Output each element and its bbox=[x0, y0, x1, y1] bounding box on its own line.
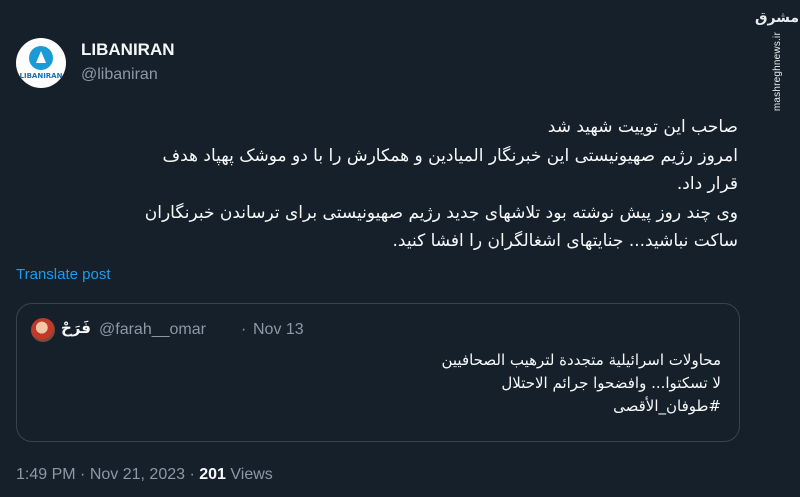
meta-separator: · bbox=[80, 466, 86, 483]
quote-author-name[interactable]: فَرَحْ bbox=[61, 319, 91, 337]
quoted-post-card[interactable]: فَرَحْ @farah__omar · Nov 13 محاولات اسر… bbox=[16, 303, 740, 442]
views-label: Views bbox=[230, 466, 273, 483]
quote-author-avatar[interactable] bbox=[31, 318, 55, 342]
post-time[interactable]: 1:49 PM bbox=[16, 466, 76, 483]
quote-line: لا تسكتوا... وافضحوا جرائم الاحتلال bbox=[501, 374, 721, 392]
tweet-line: امروز رژیم صهیونیستی این خبرنگار المیادی… bbox=[162, 145, 738, 166]
views-count: 201 bbox=[199, 466, 226, 483]
author-display-name[interactable]: LIBANIRAN bbox=[81, 40, 175, 60]
watermark-url: mashreghnews.ir bbox=[771, 32, 783, 112]
quote-line: محاولات اسرائيلية متجددة لترهيب الصحافيي… bbox=[441, 351, 721, 369]
cedar-logo-icon bbox=[29, 46, 53, 70]
tweet-line: وی چند روز پیش نوشته بود تلاشهای جدید رژ… bbox=[144, 202, 738, 223]
quote-separator: · bbox=[241, 321, 247, 338]
translate-post-link[interactable]: Translate post bbox=[16, 266, 111, 283]
meta-separator: · bbox=[189, 466, 195, 483]
avatar-logo-text: LIBANIRAN bbox=[19, 72, 63, 80]
author-avatar[interactable]: LIBANIRAN bbox=[16, 38, 66, 88]
post-date[interactable]: Nov 21, 2023 bbox=[90, 466, 185, 483]
author-handle[interactable]: @libaniran bbox=[81, 66, 158, 84]
mashregh-watermark: مشرق mashreghnews.ir bbox=[755, 10, 799, 122]
quote-date[interactable]: Nov 13 bbox=[253, 321, 304, 339]
quote-author-handle[interactable]: @farah__omar bbox=[99, 321, 206, 339]
tweet-page: LIBANIRAN LIBANIRAN @libaniran صاحب این … bbox=[0, 0, 800, 497]
tweet-text: صاحب این توییت شهید شد امروز رژیم صهیونی… bbox=[38, 113, 738, 256]
watermark-logo: مشرق bbox=[754, 10, 800, 26]
post-meta: 1:49 PM · Nov 21, 2023 · 201 Views bbox=[16, 466, 273, 484]
tweet-line: ساکت نباشید... جنایتهای اشغالگران را افش… bbox=[392, 231, 739, 251]
quote-hashtag[interactable]: #طوفان_الأقصى bbox=[41, 395, 721, 418]
tweet-line: قرار داد. bbox=[676, 174, 738, 194]
quote-text: محاولات اسرائيلية متجددة لترهيب الصحافيي… bbox=[41, 349, 721, 418]
tweet-line: صاحب این توییت شهید شد bbox=[547, 117, 738, 137]
